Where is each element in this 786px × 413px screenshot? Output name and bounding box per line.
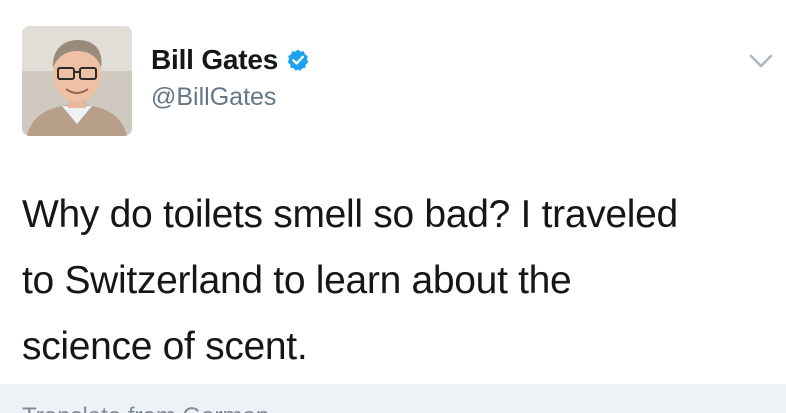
- author-block[interactable]: Bill Gates @BillGates: [151, 43, 310, 112]
- avatar[interactable]: [22, 26, 132, 136]
- display-name[interactable]: Bill Gates: [151, 44, 278, 76]
- verified-badge-icon: [286, 48, 310, 72]
- name-row: Bill Gates: [151, 43, 310, 77]
- translate-link[interactable]: Translate from German: [22, 403, 269, 413]
- handle[interactable]: @BillGates: [151, 83, 310, 112]
- profile-photo-icon: [22, 26, 132, 136]
- translate-bar[interactable]: Translate from German: [0, 384, 786, 413]
- tweet-card: Bill Gates @BillGates Why do toilets sme…: [0, 0, 786, 413]
- tweet-text: Why do toilets smell so bad? I traveled …: [22, 193, 678, 368]
- chevron-down-icon[interactable]: [748, 52, 774, 70]
